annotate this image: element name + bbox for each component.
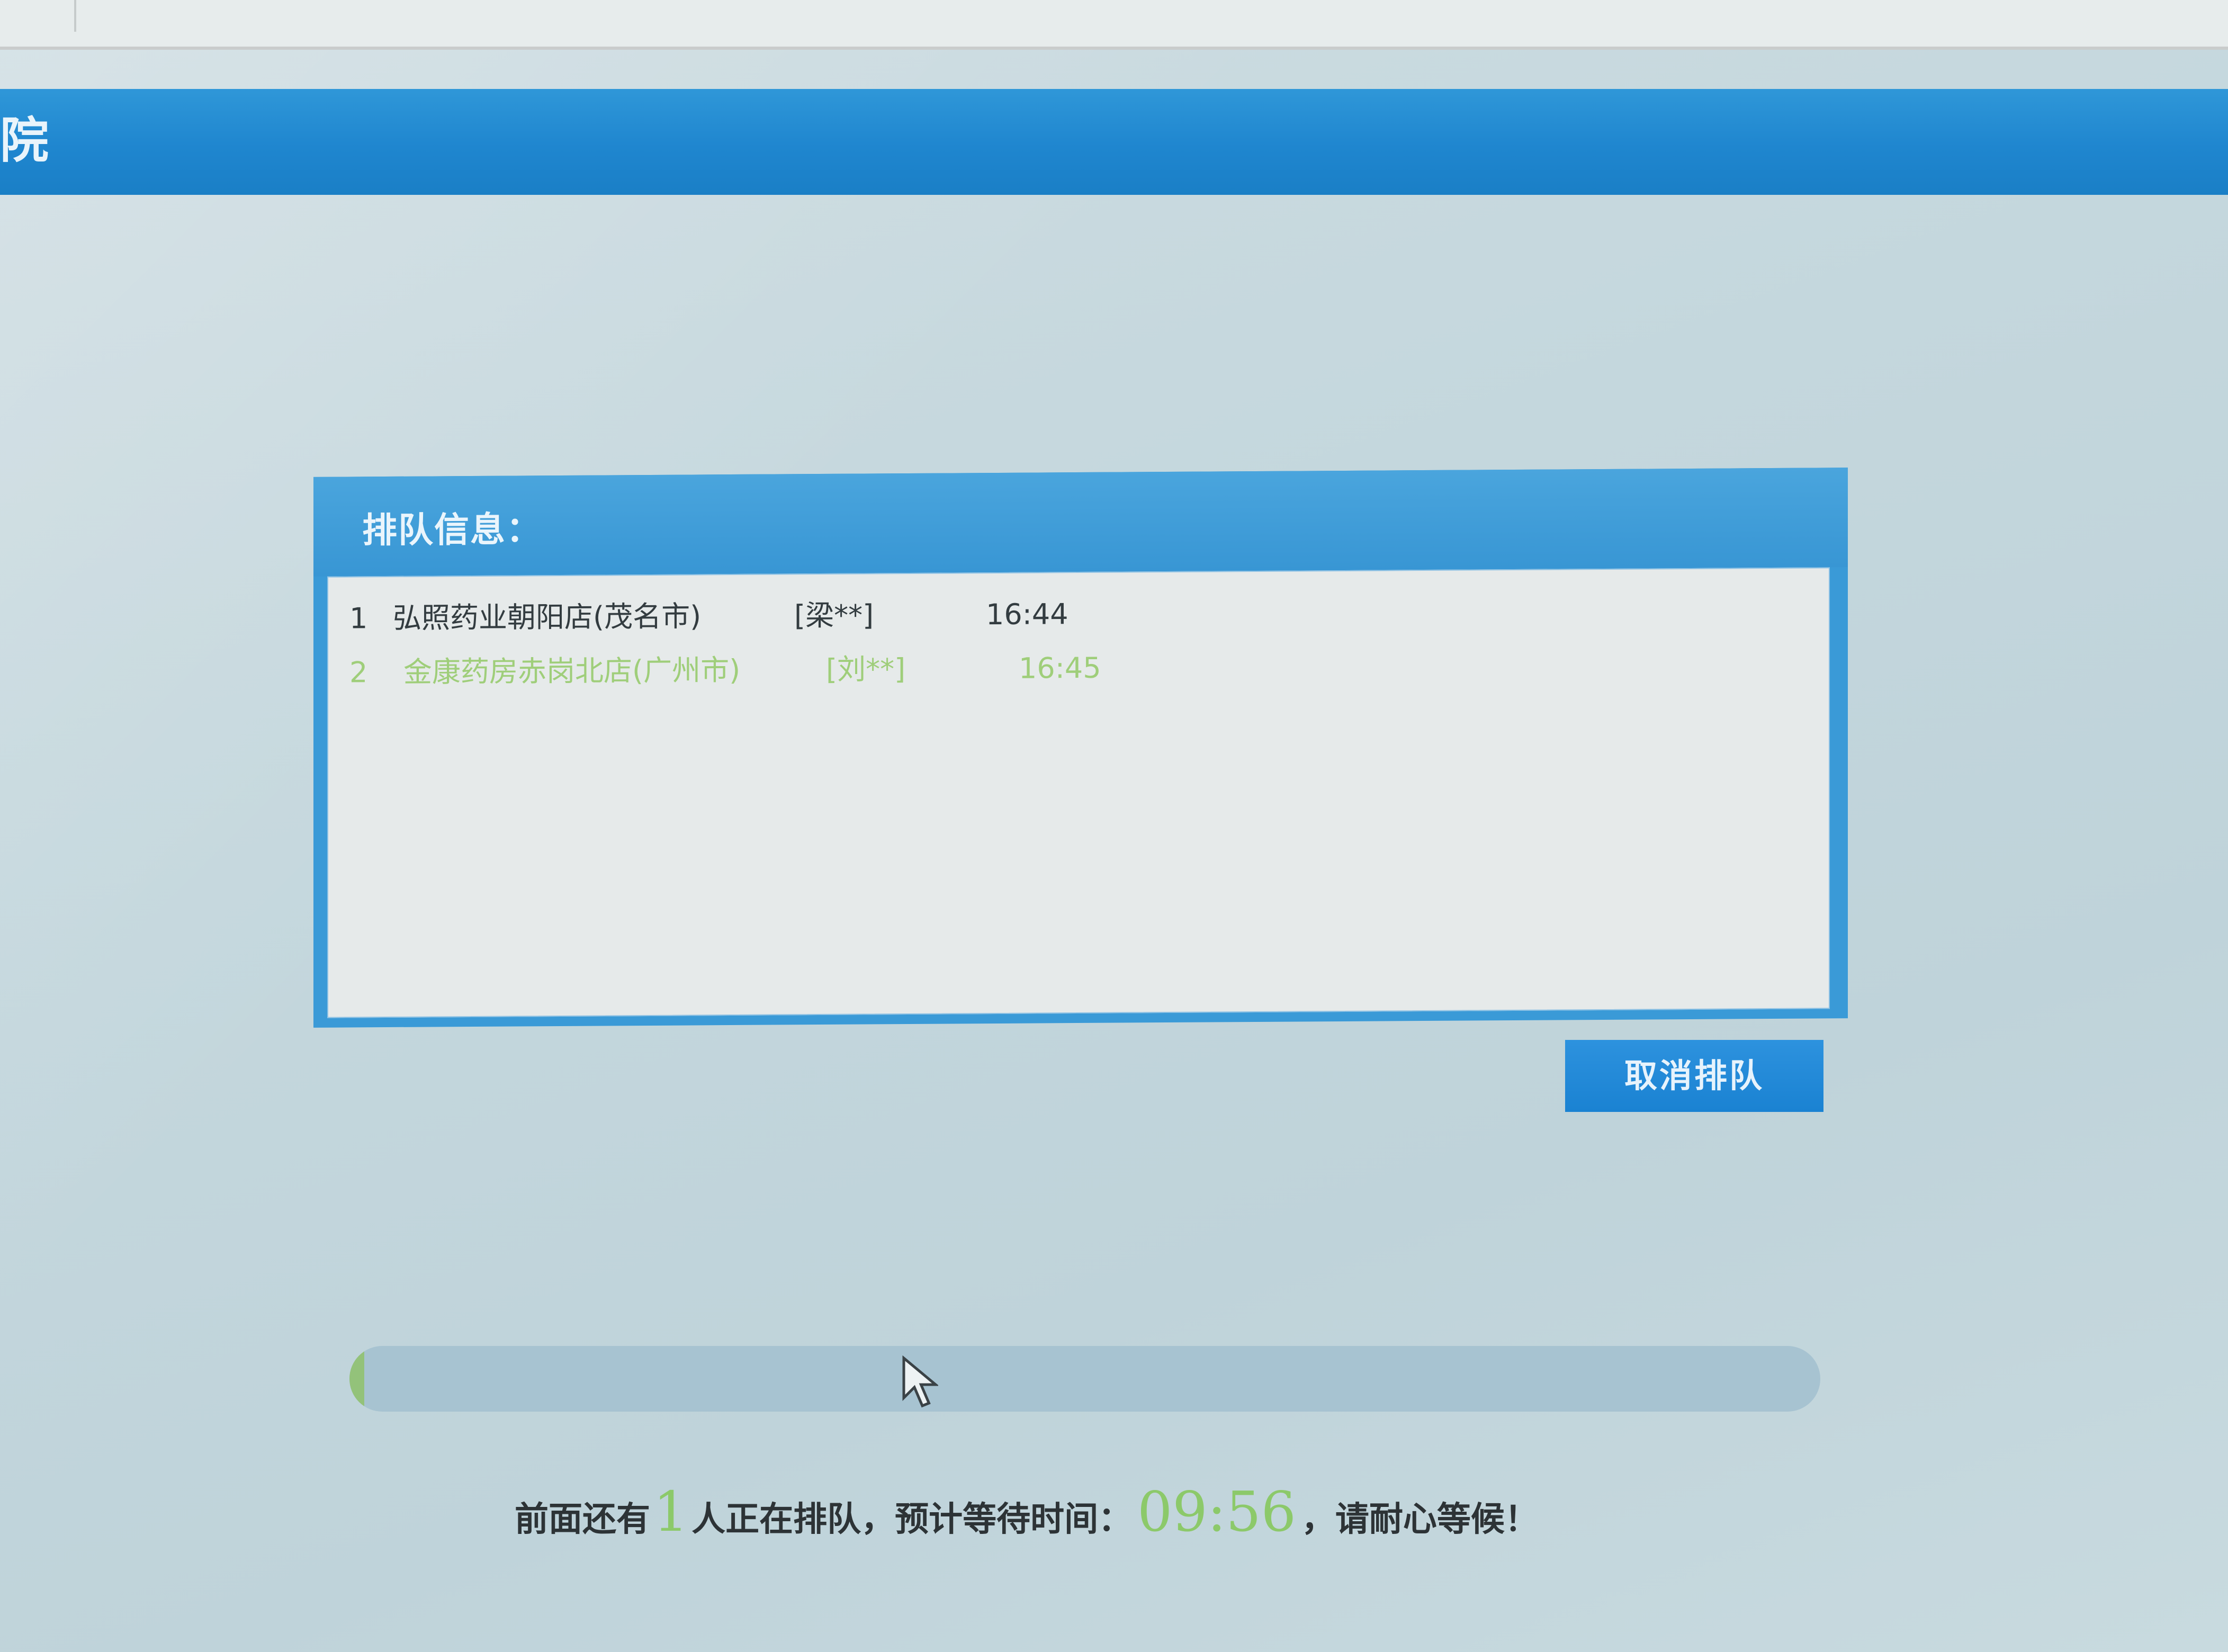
mouse-cursor-icon: [902, 1355, 938, 1408]
queue-list: 1 弘照药业朝阳店(茂名市) [梁**] 16:44 2 金康药房赤岗北店(广州…: [327, 567, 1830, 1018]
status-prefix: 前面还有: [515, 1500, 650, 1539]
window-top-strip: [0, 0, 2228, 50]
people-ahead-count: 1: [653, 1479, 689, 1544]
queue-info-panel: 排队信息： 1 弘照药业朝阳店(茂名市) [梁**] 16:44 2 金康药房赤…: [313, 468, 1848, 1028]
queue-row-person: [刘**]: [826, 652, 906, 686]
divider: [74, 0, 76, 32]
queue-row-index: 1: [349, 601, 368, 635]
status-suffix: ，请耐心等候！: [1301, 1500, 1539, 1539]
queue-panel-header: 排队信息：: [313, 468, 1848, 577]
queue-row-time: 16:44: [986, 597, 1068, 632]
status-middle: 人正在排队，预计等待时间：: [691, 1500, 1133, 1539]
queue-row-person: [梁**]: [794, 598, 874, 633]
queue-row-store: 金康药房赤岗北店(广州市): [403, 653, 741, 689]
cancel-queue-button[interactable]: 取消排队: [1565, 1040, 1823, 1112]
queue-row-store: 弘照药业朝阳店(茂名市): [393, 599, 702, 635]
queue-progress-fill: [349, 1346, 364, 1412]
queue-panel-title: 排队信息：: [362, 509, 542, 551]
queue-status-message: 前面还有1人正在排队，预计等待时间：09:56 ，请耐心等候！: [515, 1472, 1539, 1551]
queue-progress-bar: [349, 1346, 1820, 1412]
estimated-wait-time: 09:56: [1137, 1479, 1296, 1544]
queue-page: 院 排队信息： 1 弘照药业朝阳店(茂名市) [梁**] 16:44 2 金康药…: [0, 0, 2228, 1652]
queue-row-time: 16:45: [1019, 651, 1101, 685]
queue-row-index: 2: [349, 656, 368, 689]
header-banner: [0, 89, 2228, 195]
header-title: 院: [0, 112, 49, 169]
